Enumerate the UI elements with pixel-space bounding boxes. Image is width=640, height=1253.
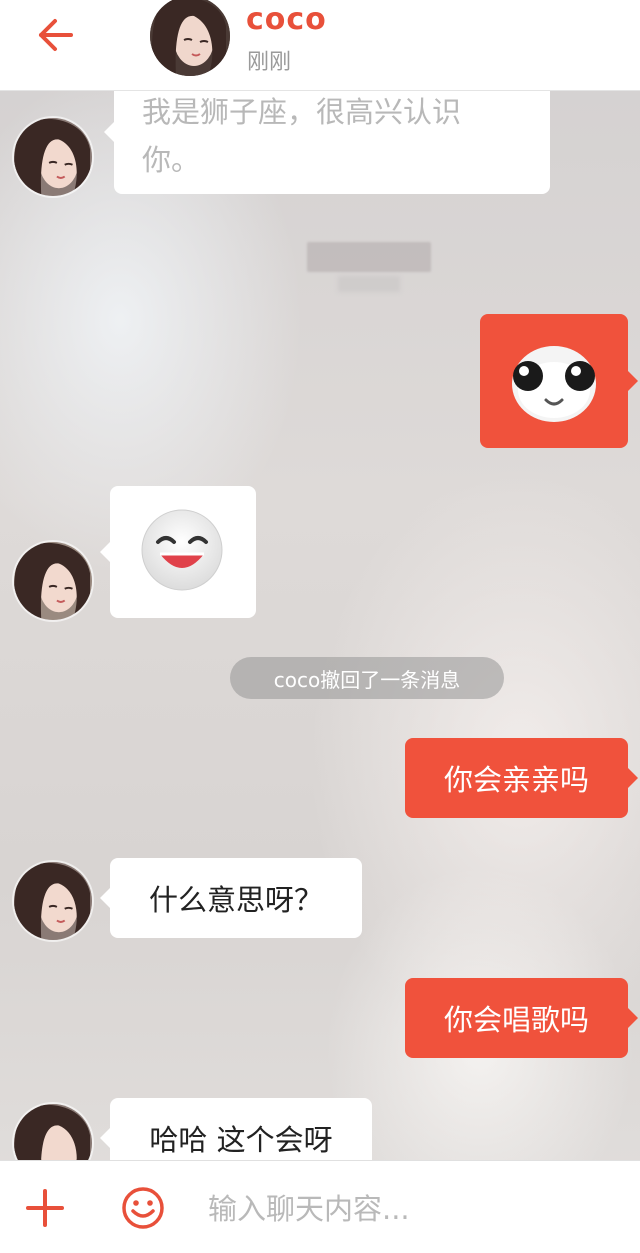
message-bubble-incoming[interactable] <box>100 486 256 618</box>
message-bubble-outgoing[interactable]: 你会亲亲吗 <box>405 738 638 818</box>
arrow-left-icon <box>39 19 73 51</box>
contact-avatar[interactable] <box>14 862 92 940</box>
message-text: 哈哈 这个会呀 <box>149 1123 333 1157</box>
contact-avatar[interactable] <box>14 542 92 620</box>
contact-status: 刚刚 <box>247 50 292 75</box>
message-text: 你会亲亲吗 <box>443 763 589 797</box>
message-bubble-outgoing[interactable]: 你会唱歌吗 <box>405 978 638 1058</box>
message-bubble-incoming[interactable]: 什么意思呀？ <box>100 858 362 938</box>
panda-face-sticker <box>512 346 596 422</box>
more-options-button[interactable] <box>22 1185 68 1231</box>
back-button[interactable] <box>30 12 80 58</box>
contact-avatar[interactable] <box>150 0 230 76</box>
plus-icon <box>26 1189 64 1227</box>
smiley-icon <box>122 1187 164 1229</box>
recall-notice: coco撤回了一条消息 <box>230 657 504 699</box>
timestamp-blurred <box>307 242 431 272</box>
message-text: 什么意思呀？ <box>148 883 323 917</box>
message-input-bar <box>0 1160 640 1253</box>
message-input[interactable] <box>206 1183 620 1235</box>
message-text: 你。 <box>142 143 201 177</box>
message-bubble-outgoing[interactable] <box>480 314 638 448</box>
message-text: 我是狮子座，很高兴认识 <box>142 95 462 129</box>
message-text: 你会唱歌吗 <box>443 1003 589 1037</box>
chat-header: coco 刚刚 <box>0 0 640 91</box>
contact-name: coco <box>246 2 327 37</box>
timestamp-blurred <box>338 276 400 292</box>
laughing-face-sticker <box>141 509 223 591</box>
contact-avatar[interactable] <box>14 118 92 196</box>
emoji-button[interactable] <box>120 1185 166 1231</box>
